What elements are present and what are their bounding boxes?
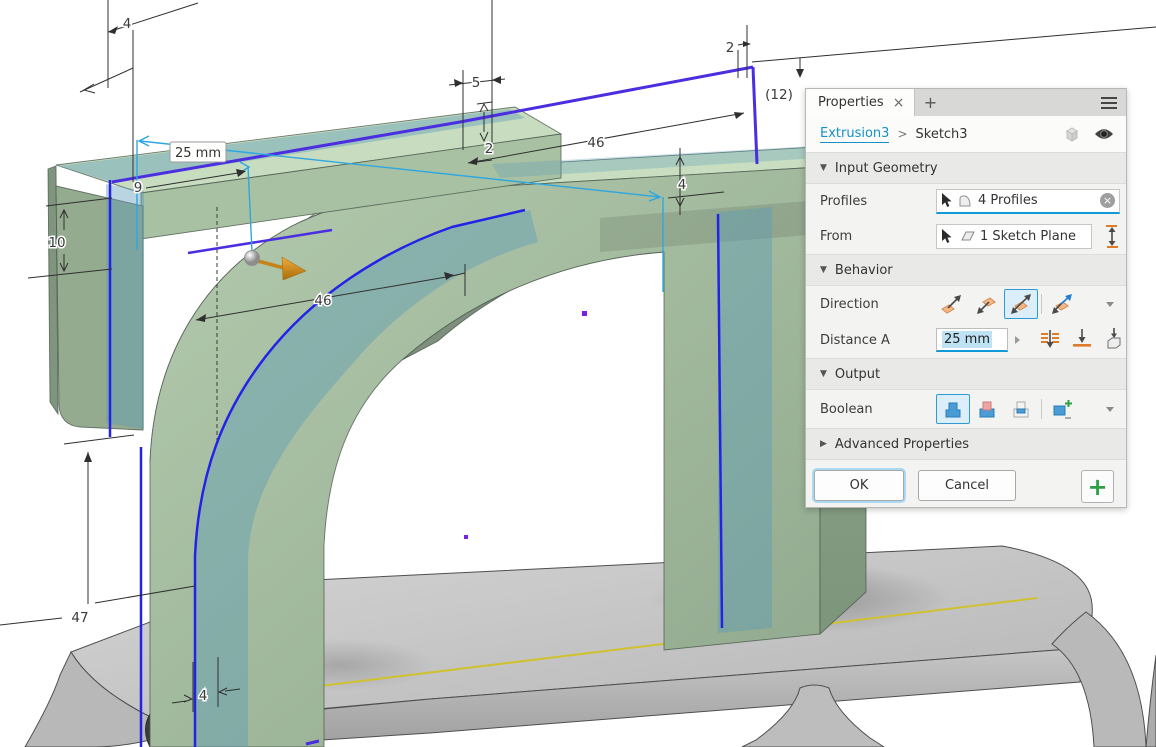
inventor-app: 4 5 46 2 2 (12) 4 9 10 46 47 4 25 mm Pro… [0, 0, 1156, 747]
extent-to-button[interactable] [1070, 327, 1094, 353]
dim-top-46: 46 [587, 135, 604, 151]
separator [1041, 399, 1042, 419]
panel-footer: OK Cancel + [806, 460, 1126, 507]
preview-band-right-column [718, 207, 772, 633]
cursor-select-icon [941, 193, 953, 208]
direction-dropdown-icon[interactable] [1106, 302, 1114, 307]
distance-label: Distance A [820, 333, 936, 348]
section-behavior[interactable]: ▼ Behavior [806, 254, 1126, 286]
breadcrumb: Extrusion3 > Sketch3 [806, 116, 1126, 152]
properties-panel: Properties × + Extrusion3 > Sketch3 ▼ In… [805, 88, 1127, 508]
distance-mode-icons [1038, 327, 1126, 353]
visibility-eye-icon[interactable] [1092, 127, 1116, 141]
section-caret-icon: ▶ [820, 439, 827, 449]
direction-label: Direction [820, 297, 936, 312]
preview-band-left-box [106, 184, 144, 429]
breadcrumb-sketch[interactable]: Sketch3 [916, 127, 968, 142]
breadcrumb-feature[interactable]: Extrusion3 [820, 126, 889, 143]
direction-flipped-button[interactable] [970, 289, 1004, 319]
distance-input[interactable]: 25 mm [936, 328, 1008, 352]
dim-right-2: 2 [726, 40, 735, 56]
boolean-intersect-button[interactable] [1004, 394, 1038, 424]
flip-direction-button[interactable] [1104, 225, 1120, 248]
from-row: From 1 Sketch Plane [806, 218, 1126, 254]
boolean-new-solid-button[interactable] [1045, 394, 1079, 424]
profiles-row: Profiles 4 Profiles × [806, 184, 1126, 218]
distance-row: Distance A 25 mm [806, 322, 1126, 358]
distance-expander-icon[interactable] [1010, 328, 1024, 352]
dim-left-2: 2 [485, 141, 494, 157]
section-label: Behavior [835, 263, 893, 278]
dim-top-left-4: 4 [123, 16, 132, 32]
tabbar-spacer [945, 89, 1092, 116]
section-caret-icon: ▼ [820, 369, 827, 379]
cursor-select-icon [941, 229, 953, 244]
solid-preview-icon[interactable] [1060, 125, 1084, 143]
section-input-geometry[interactable]: ▼ Input Geometry [806, 152, 1126, 184]
sketch-point-1 [582, 311, 587, 316]
dim-offset-9: 9 [134, 180, 143, 196]
section-caret-icon: ▼ [820, 163, 827, 173]
ok-button[interactable]: OK [814, 470, 904, 501]
sketch-plane-icon [958, 230, 975, 242]
from-label: From [820, 229, 936, 244]
boolean-join-button[interactable] [936, 394, 970, 424]
section-label: Advanced Properties [835, 437, 969, 452]
distance-tooltip: 25 mm [170, 142, 226, 162]
dim-height-47: 47 [71, 610, 88, 626]
dim-bottom-4: 4 [199, 688, 208, 704]
from-value: 1 Sketch Plane [980, 229, 1076, 244]
section-advanced-properties[interactable]: ▶ Advanced Properties [806, 428, 1126, 460]
section-label: Output [835, 367, 880, 382]
boolean-row: Boolean [806, 390, 1126, 428]
extent-distance-button[interactable] [1038, 327, 1062, 353]
new-feature-button[interactable]: + [1081, 470, 1114, 503]
clear-selection-icon[interactable]: × [1100, 193, 1115, 208]
manipulator-grip-sphere [245, 251, 260, 266]
add-tab-button[interactable]: + [915, 89, 945, 116]
menu-icon[interactable] [1092, 89, 1126, 116]
profiles-value: 4 Profiles [978, 193, 1038, 208]
distance-value: 25 mm [942, 331, 992, 348]
tab-label: Properties [818, 95, 884, 110]
section-caret-icon: ▼ [820, 265, 827, 275]
dim-ref-12: (12) [765, 87, 793, 103]
boolean-dropdown-icon[interactable] [1106, 407, 1114, 412]
extent-through-all-button[interactable] [1102, 327, 1126, 353]
boolean-label: Boolean [820, 402, 936, 417]
breadcrumb-separator: > [897, 127, 907, 141]
cancel-button[interactable]: Cancel [918, 470, 1016, 501]
direction-asymmetric-button[interactable] [1045, 289, 1079, 319]
direction-default-button[interactable] [936, 289, 970, 319]
boolean-cut-button[interactable] [970, 394, 1004, 424]
profiles-field[interactable]: 4 Profiles × [936, 189, 1120, 214]
profiles-label: Profiles [820, 194, 936, 209]
dim-gap-5: 5 [472, 75, 481, 91]
tab-properties[interactable]: Properties × [806, 89, 915, 116]
section-label: Input Geometry [835, 161, 938, 176]
panel-tabbar: Properties × + [806, 89, 1126, 116]
dim-arch-46: 46 [314, 293, 331, 309]
dim-left-10: 10 [48, 235, 65, 251]
section-output[interactable]: ▼ Output [806, 358, 1126, 390]
distance-tooltip-text: 25 mm [175, 146, 221, 161]
sketch-point-2 [464, 535, 468, 539]
separator [1041, 294, 1042, 314]
direction-row: Direction [806, 286, 1126, 322]
close-tab-icon[interactable]: × [893, 96, 905, 110]
base-right-leg-side [1146, 655, 1156, 747]
direction-symmetric-button[interactable] [1004, 289, 1038, 319]
dim-right-4: 4 [678, 177, 687, 193]
from-field[interactable]: 1 Sketch Plane [936, 224, 1092, 249]
profile-shape-icon [958, 194, 973, 208]
